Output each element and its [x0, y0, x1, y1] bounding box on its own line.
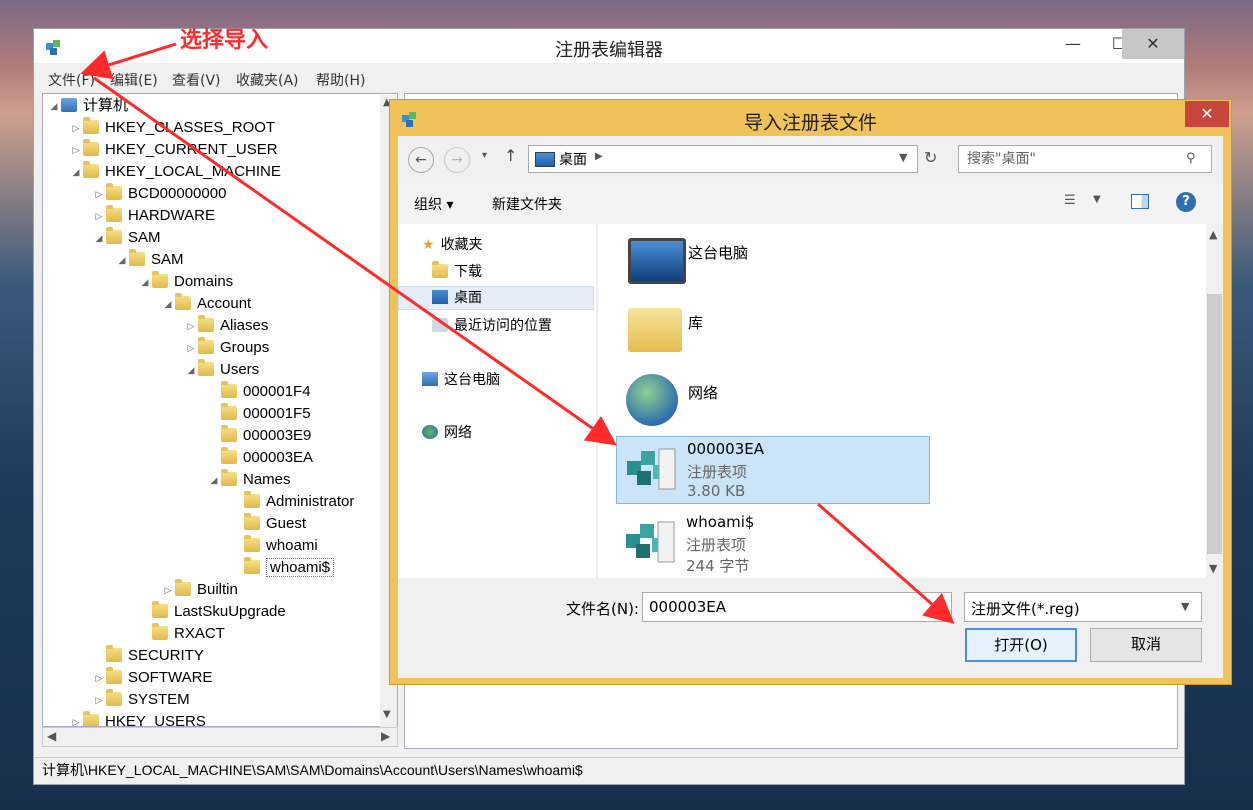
arrow-to-file-menu [80, 42, 177, 80]
arrow-to-open-button [817, 502, 955, 624]
arrow-to-reg-file [93, 76, 617, 446]
annotation-arrows [80, 42, 955, 624]
